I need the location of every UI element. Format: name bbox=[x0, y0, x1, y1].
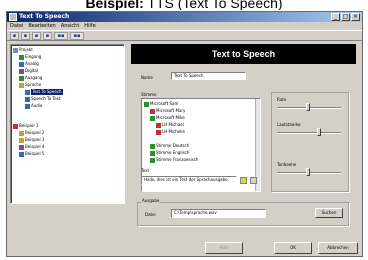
voice-icon bbox=[156, 129, 161, 135]
window-controls: _ □ × bbox=[331, 13, 360, 21]
menu-bar: Datei Bearbeiten Ansicht Hilfe bbox=[7, 22, 362, 30]
list-item[interactable]: Stimme Franzoesisch bbox=[150, 157, 198, 163]
voice-icon bbox=[150, 150, 155, 156]
stop-icon[interactable] bbox=[250, 177, 257, 184]
name-field[interactable]: Text To Speech bbox=[171, 72, 246, 80]
cancel-button[interactable]: Abbrechen bbox=[318, 242, 358, 254]
node-icon bbox=[19, 130, 24, 136]
volume-slider-thumb[interactable] bbox=[317, 128, 321, 136]
voice-icon bbox=[156, 122, 161, 128]
node-icon bbox=[25, 96, 30, 102]
tree-item[interactable]: Projekt bbox=[13, 47, 33, 53]
node-icon bbox=[19, 61, 24, 67]
voice-icon bbox=[150, 157, 155, 163]
voice-icon bbox=[150, 108, 155, 114]
open-icon[interactable]: ▪ bbox=[21, 31, 30, 40]
list-item[interactable]: LH Michael bbox=[156, 122, 184, 128]
ok-button[interactable]: OK bbox=[274, 242, 312, 254]
tree-item[interactable]: Beispiel 4 bbox=[19, 144, 44, 150]
tts-panel: Text to Speech Name Text To Speech Stimm… bbox=[131, 44, 356, 232]
node-icon bbox=[19, 137, 24, 143]
project-tree[interactable]: Projekt Eingang Analog Digital Ausgang S… bbox=[10, 44, 125, 204]
copy-icon[interactable]: ▪▪ bbox=[54, 31, 68, 40]
tree-item[interactable]: Ausgang bbox=[19, 75, 42, 81]
rate-label: Rate bbox=[277, 97, 287, 102]
browse-button[interactable]: Suchen bbox=[315, 208, 343, 218]
tree-item[interactable]: Digital bbox=[19, 68, 38, 74]
cut-icon[interactable]: ▪ bbox=[43, 31, 52, 40]
speak-icon[interactable] bbox=[240, 177, 247, 184]
list-item[interactable]: Stimme Deutsch bbox=[150, 143, 189, 149]
tree-item[interactable]: Beispiel 1 bbox=[13, 123, 38, 129]
voice-icon bbox=[150, 115, 155, 121]
voice-icon bbox=[150, 143, 155, 149]
voice-label: Stimme bbox=[141, 92, 157, 97]
node-icon bbox=[19, 68, 24, 74]
tree-item[interactable]: Beispiel 2 bbox=[19, 130, 44, 136]
speech-icon bbox=[25, 89, 30, 95]
menu-file[interactable]: Datei bbox=[10, 22, 23, 30]
rate-slider-thumb[interactable] bbox=[306, 103, 310, 111]
caption-bold: Beispiel: bbox=[85, 0, 144, 10]
volume-label: Lautstaerke bbox=[277, 122, 301, 127]
help-button[interactable]: Hilfe bbox=[205, 242, 243, 254]
menu-edit[interactable]: Bearbeiten bbox=[28, 22, 55, 30]
voice-icon bbox=[144, 101, 149, 107]
app-window: Text To Speech _ □ × Datei Bearbeiten An… bbox=[6, 11, 363, 257]
folder-icon bbox=[13, 47, 18, 53]
new-icon[interactable]: ▪ bbox=[10, 31, 19, 40]
node-icon bbox=[25, 103, 30, 109]
tree-item-selected[interactable]: Text To Speech bbox=[25, 89, 63, 95]
save-icon[interactable]: ▪ bbox=[32, 31, 41, 40]
node-icon bbox=[19, 151, 24, 157]
list-item[interactable]: Microsoft Mary bbox=[150, 108, 185, 114]
list-item[interactable]: LH Michelle bbox=[156, 129, 185, 135]
tree-item[interactable]: Sprache bbox=[19, 82, 41, 88]
tree-item[interactable]: Analog bbox=[19, 61, 39, 67]
name-label: Name bbox=[141, 75, 153, 80]
tree-item[interactable]: Eingang bbox=[19, 54, 41, 60]
list-item[interactable]: Microsoft Sam bbox=[144, 101, 178, 107]
maximize-icon[interactable]: □ bbox=[341, 13, 350, 21]
node-icon bbox=[19, 82, 24, 88]
run-icon[interactable]: ▪▪ bbox=[70, 31, 84, 40]
pitch-label: Tonhoehe bbox=[277, 162, 297, 167]
pitch-slider-thumb[interactable] bbox=[306, 168, 310, 176]
menu-help[interactable]: Hilfe bbox=[84, 22, 95, 30]
tree-item[interactable]: Beispiel 5 bbox=[19, 151, 44, 157]
toolbar: ▪ ▪ ▪ ▪ ▪▪ ▪▪ bbox=[7, 30, 362, 41]
window-title: Text To Speech bbox=[19, 13, 70, 20]
output-group-label: Ausgabe bbox=[141, 198, 161, 203]
node-icon bbox=[19, 54, 24, 60]
app-icon bbox=[9, 13, 17, 21]
title-bar: Text To Speech _ □ × bbox=[7, 12, 362, 22]
output-file-field[interactable]: C:\Temp\sprache.wav bbox=[171, 209, 266, 218]
panel-title: Text to Speech bbox=[131, 44, 356, 64]
tree-item[interactable]: Speech To Text bbox=[25, 96, 61, 102]
tree-item[interactable]: Beispiel 3 bbox=[19, 137, 44, 143]
figure-caption: Beispiel: TTS (Text To Speech) bbox=[0, 0, 368, 10]
list-item[interactable]: Stimme Englisch bbox=[150, 150, 189, 156]
close-icon[interactable]: × bbox=[351, 13, 360, 21]
list-item[interactable]: Microsoft Mike bbox=[150, 115, 185, 121]
node-icon bbox=[19, 144, 24, 150]
node-icon bbox=[19, 75, 24, 81]
text-field[interactable]: Hallo, dies ist ein Test der Sprachausga… bbox=[141, 176, 237, 185]
tree-item[interactable]: Audio bbox=[25, 103, 42, 109]
menu-view[interactable]: Ansicht bbox=[61, 22, 79, 30]
volume-slider-track[interactable] bbox=[277, 132, 341, 134]
output-label: Datei bbox=[145, 212, 156, 217]
caption-text: TTS (Text To Speech) bbox=[143, 0, 283, 10]
text-label: Text bbox=[141, 168, 150, 173]
node-icon bbox=[13, 123, 18, 129]
minimize-icon[interactable]: _ bbox=[331, 13, 340, 21]
